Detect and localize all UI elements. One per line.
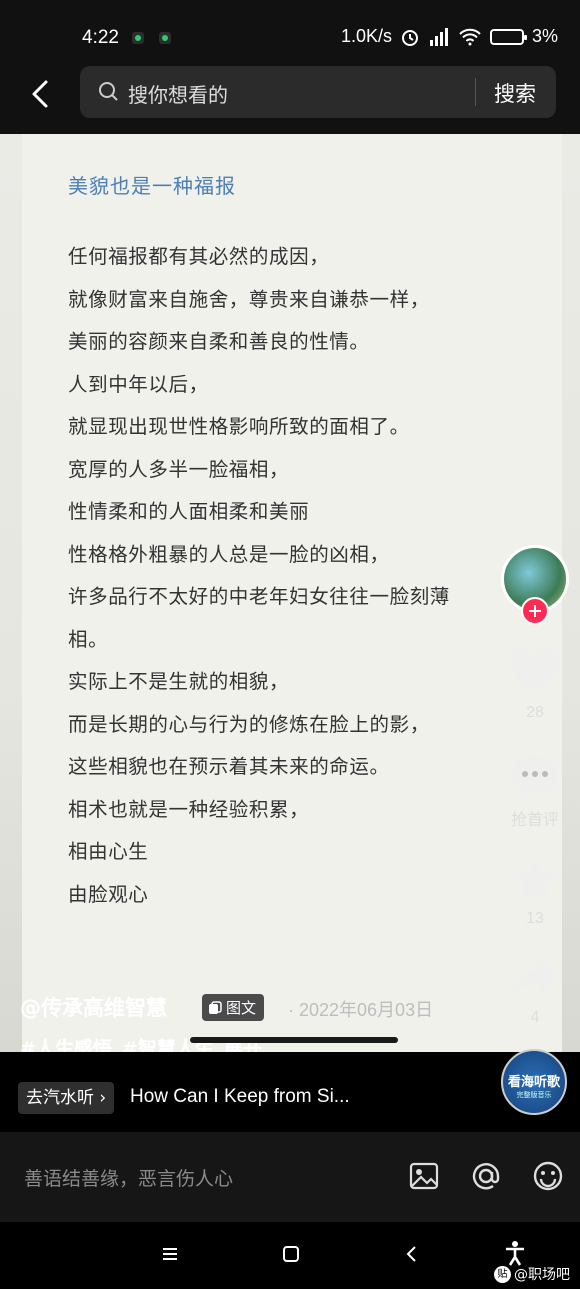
music-disc-subtitle: 完整版音乐 <box>516 1091 552 1099</box>
menu-icon[interactable] <box>160 1244 180 1264</box>
like-count: 28 <box>526 704 544 721</box>
comment-label: 抢首评 <box>510 812 559 829</box>
share-button[interactable]: 4 <box>505 955 565 1027</box>
wifi-icon <box>459 28 481 45</box>
mention-icon[interactable] <box>470 1160 502 1192</box>
text-line: 宽厚的人多半一脸福相， <box>68 457 290 481</box>
chevron-right-icon: › <box>99 1088 107 1108</box>
share-arrow-icon <box>511 959 559 999</box>
text-line: 就显现出现世性格影响所致的面相了。 <box>68 415 410 438</box>
post-type-label: 图文 <box>226 999 257 1017</box>
text-line: 相由心生 <box>68 840 149 863</box>
battery-icon <box>489 28 527 45</box>
comment-bar: 善语结善缘，恶言伤人心 <box>0 1132 580 1222</box>
author-name[interactable]: @传承高维智慧 <box>20 992 167 1022</box>
watermark: 贴 @职场吧 <box>494 1264 570 1284</box>
text-line: 由脸观心 <box>68 882 149 906</box>
text-line: 性格格外粗暴的人总是一脸的凶相， <box>68 542 390 566</box>
search-input[interactable]: 搜你想看的 搜索 <box>80 66 556 118</box>
comment-bubble-icon <box>512 756 558 797</box>
text-line: 就像财富来自施舍，尊贵来自谦恭一样， <box>68 287 430 311</box>
heart-icon <box>510 648 560 694</box>
text-line: 许多品行不太好的中老年妇女往往一脸刻薄 <box>68 585 450 608</box>
post-text: 任何福报都有其必然的成因， 就像财富来自施舍，尊贵来自谦恭一样， 美丽的容颜来自… <box>68 236 538 916</box>
post-title: 美貌也是一种福报 <box>68 174 236 198</box>
music-disc[interactable]: 看海听歌 完整版音乐 <box>501 1049 567 1115</box>
post-type-badge: 图文 <box>202 994 265 1021</box>
signal-icon <box>429 27 448 46</box>
app-notification-icon <box>132 32 144 44</box>
text-line: 相术也就是一种经验积累， <box>68 797 310 821</box>
search-divider <box>475 78 476 106</box>
text-line: 这些相貌也在预示着其未来的命运。 <box>68 755 390 778</box>
home-icon[interactable] <box>281 1244 301 1264</box>
text-line: 任何福报都有其必然的成因， <box>68 245 330 268</box>
text-line: 人到中年以后， <box>68 372 209 396</box>
image-progress-bar <box>190 1037 398 1043</box>
image-text-icon <box>209 1000 222 1014</box>
like-button[interactable]: 28 <box>505 648 565 722</box>
text-line: 而是长期的心与行为的修炼在脸上的影， <box>68 712 430 736</box>
battery-percent: 3% <box>531 26 558 46</box>
watermark-text: @职场吧 <box>514 1267 570 1283</box>
listen-app-label: 去汽水听 <box>26 1088 94 1108</box>
text-line: 实际上不是生就的相貌， <box>68 670 290 693</box>
text-line: 性情柔和的人面相柔和美丽 <box>68 500 310 523</box>
back-arrow-icon <box>32 80 48 108</box>
follow-button[interactable] <box>521 597 549 625</box>
share-count: 4 <box>530 1009 540 1026</box>
star-icon <box>512 856 558 901</box>
status-right: 1.0K/s 3% <box>341 26 558 47</box>
music-bar: 去汽水听 › How Can I Keep from Si... <box>0 1052 580 1132</box>
listen-app-button[interactable]: 去汽水听 › <box>18 1082 115 1114</box>
text-line: 相。 <box>68 627 109 651</box>
post-image[interactable]: 美貌也是一种福报 任何福报都有其必然的成因， 就像财富来自施舍，尊贵来自谦恭一样… <box>0 134 580 1052</box>
network-speed: 1.0K/s <box>340 26 392 46</box>
image-picker-icon[interactable] <box>408 1160 440 1192</box>
search-icon <box>99 82 118 101</box>
favorite-count: 13 <box>526 910 544 927</box>
search-button[interactable]: 搜索 <box>494 78 536 108</box>
text-line: 美丽的容颜来自柔和善良的性情。 <box>68 330 370 353</box>
watermark-logo-icon: 贴 <box>494 1265 511 1283</box>
nav-back-icon[interactable] <box>402 1244 422 1264</box>
music-disc-title: 看海听歌 <box>507 1075 560 1090</box>
alarm-icon <box>401 29 418 46</box>
comment-button[interactable]: 抢首评 <box>505 752 565 830</box>
emoji-icon[interactable] <box>532 1160 564 1192</box>
status-time: 4:22 <box>82 27 119 48</box>
back-button[interactable] <box>20 72 60 116</box>
search-placeholder: 搜你想看的 <box>128 83 228 107</box>
post-date: · 2022年06月03日 <box>288 1000 434 1020</box>
music-title[interactable]: How Can I Keep from Si... <box>130 1086 350 1108</box>
top-header: 搜你想看的 搜索 <box>0 58 580 134</box>
system-nav-bar: 贴 @职场吧 <box>0 1222 580 1289</box>
comment-input[interactable]: 善语结善缘，恶言伤人心 <box>24 1164 233 1191</box>
accessibility-icon[interactable] <box>503 1240 527 1266</box>
favorite-button[interactable]: 13 <box>505 854 565 928</box>
app-notification-icon <box>159 32 171 44</box>
